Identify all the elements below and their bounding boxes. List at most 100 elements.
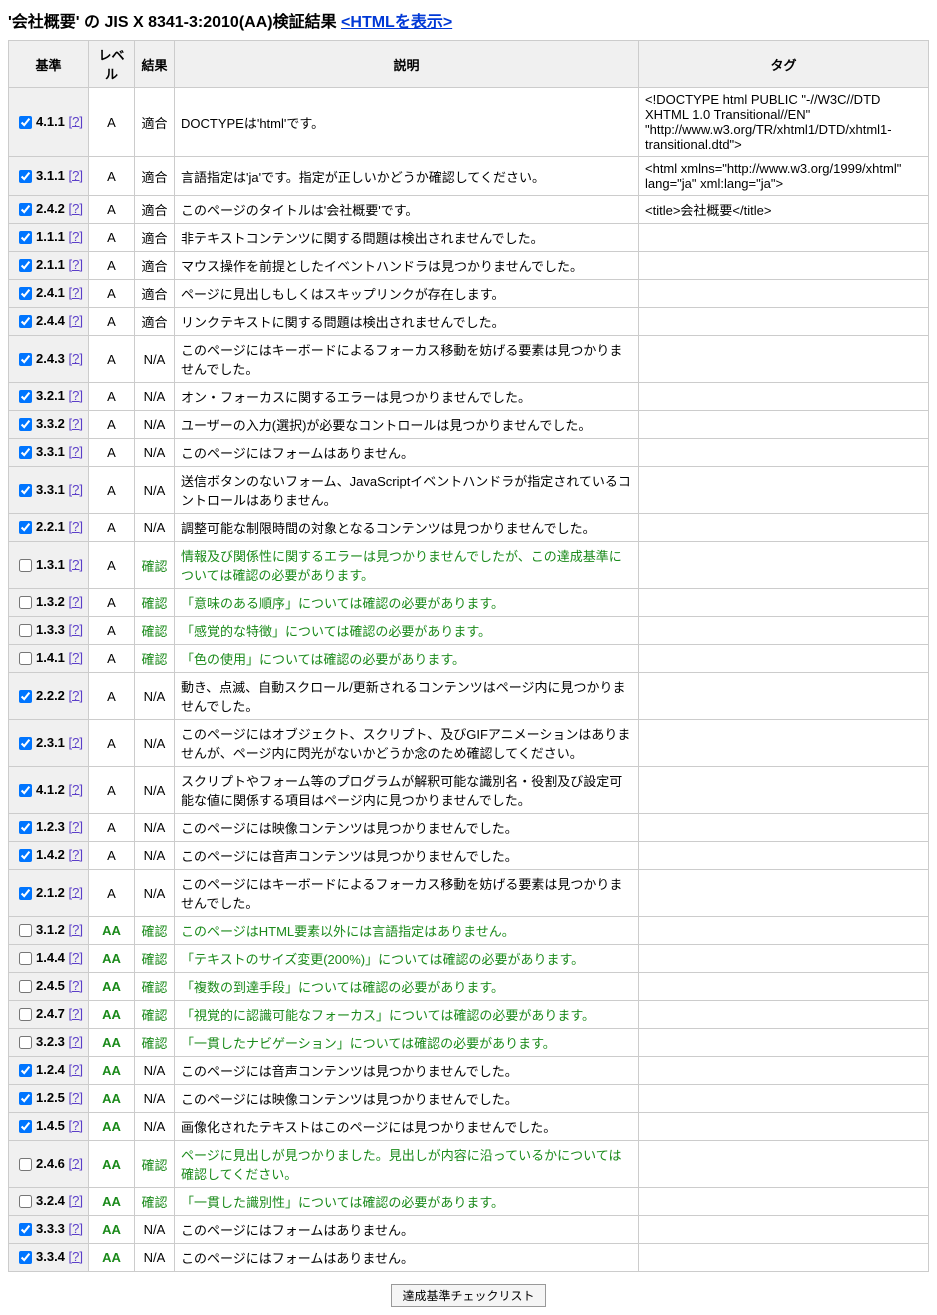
help-link[interactable]: [?] [69, 167, 83, 182]
row-checkbox[interactable] [19, 652, 32, 665]
row-checkbox[interactable] [19, 690, 32, 703]
help-link[interactable]: [?] [69, 819, 83, 834]
help-link[interactable]: [?] [69, 734, 83, 749]
help-link[interactable]: [?] [69, 1221, 83, 1236]
help-link[interactable]: [?] [69, 444, 83, 459]
row-checkbox[interactable] [19, 484, 32, 497]
criterion-cell: 2.2.2 [?] [9, 673, 89, 720]
row-checkbox[interactable] [19, 315, 32, 328]
help-link[interactable]: [?] [69, 481, 83, 496]
level-cell: A [89, 767, 135, 814]
row-checkbox[interactable] [19, 287, 32, 300]
help-link[interactable]: [?] [69, 556, 83, 571]
row-checkbox[interactable] [19, 624, 32, 637]
tag-cell [639, 617, 929, 645]
help-link[interactable]: [?] [69, 950, 83, 965]
help-link[interactable]: [?] [69, 594, 83, 609]
table-row: 2.1.2 [?]AN/Aこのページにはキーボードによるフォーカス移動を妨げる要… [9, 870, 929, 917]
help-link[interactable]: [?] [69, 1034, 83, 1049]
tag-cell [639, 252, 929, 280]
criterion-cell: 2.3.1 [?] [9, 720, 89, 767]
help-link[interactable]: [?] [69, 350, 83, 365]
help-link[interactable]: [?] [69, 113, 83, 128]
row-checkbox[interactable] [19, 353, 32, 366]
row-checkbox[interactable] [19, 924, 32, 937]
result-cell: N/A [135, 411, 175, 439]
level-cell: AA [89, 1029, 135, 1057]
row-checkbox[interactable] [19, 259, 32, 272]
row-checkbox[interactable] [19, 521, 32, 534]
help-link[interactable]: [?] [69, 922, 83, 937]
row-checkbox[interactable] [19, 116, 32, 129]
result-cell: N/A [135, 1216, 175, 1244]
help-link[interactable]: [?] [69, 687, 83, 702]
show-html-link[interactable]: <HTMLを表示> [341, 14, 452, 31]
description-cell: マウス操作を前提としたイベントハンドラは見つかりませんでした。 [175, 252, 639, 280]
level-cell: AA [89, 1113, 135, 1141]
help-link[interactable]: [?] [69, 1006, 83, 1021]
level-cell: AA [89, 1216, 135, 1244]
row-checkbox[interactable] [19, 952, 32, 965]
row-checkbox[interactable] [19, 737, 32, 750]
help-link[interactable]: [?] [69, 257, 83, 272]
help-link[interactable]: [?] [69, 313, 83, 328]
row-checkbox[interactable] [19, 980, 32, 993]
help-link[interactable]: [?] [69, 388, 83, 403]
row-checkbox[interactable] [19, 1008, 32, 1021]
row-checkbox[interactable] [19, 821, 32, 834]
help-link[interactable]: [?] [69, 1155, 83, 1170]
row-checkbox[interactable] [19, 849, 32, 862]
row-checkbox[interactable] [19, 1092, 32, 1105]
row-checkbox[interactable] [19, 1120, 32, 1133]
row-checkbox[interactable] [19, 170, 32, 183]
table-row: 1.4.2 [?]AN/Aこのページには音声コンテンツは見つかりませんでした。 [9, 842, 929, 870]
row-checkbox[interactable] [19, 446, 32, 459]
row-checkbox[interactable] [19, 1036, 32, 1049]
description-cell: このページには音声コンテンツは見つかりませんでした。 [175, 842, 639, 870]
tag-cell [639, 673, 929, 720]
help-link[interactable]: [?] [69, 1090, 83, 1105]
row-checkbox[interactable] [19, 1251, 32, 1264]
row-checkbox[interactable] [19, 596, 32, 609]
description-cell: このページはHTML要素以外には言語指定はありません。 [175, 917, 639, 945]
criterion-number: 3.2.1 [36, 388, 69, 403]
result-cell: N/A [135, 1057, 175, 1085]
row-checkbox[interactable] [19, 1158, 32, 1171]
description-cell: スクリプトやフォーム等のプログラムが解釈可能な識別名・役割及び設定可能な値に関係… [175, 767, 639, 814]
row-checkbox[interactable] [19, 784, 32, 797]
row-checkbox[interactable] [19, 390, 32, 403]
help-link[interactable]: [?] [69, 978, 83, 993]
help-link[interactable]: [?] [69, 1193, 83, 1208]
help-link[interactable]: [?] [69, 1249, 83, 1264]
row-checkbox[interactable] [19, 559, 32, 572]
help-link[interactable]: [?] [69, 229, 83, 244]
row-checkbox[interactable] [19, 231, 32, 244]
result-cell: N/A [135, 814, 175, 842]
help-link[interactable]: [?] [69, 650, 83, 665]
help-link[interactable]: [?] [69, 201, 83, 216]
checklist-button[interactable]: 達成基準チェックリスト [391, 1284, 545, 1307]
help-link[interactable]: [?] [69, 519, 83, 534]
help-link[interactable]: [?] [69, 781, 83, 796]
row-checkbox[interactable] [19, 1064, 32, 1077]
row-checkbox[interactable] [19, 418, 32, 431]
description-cell: このページにはオブジェクト、スクリプト、及びGIFアニメーションはありませんが、… [175, 720, 639, 767]
help-link[interactable]: [?] [69, 1118, 83, 1133]
help-link[interactable]: [?] [69, 884, 83, 899]
criterion-cell: 3.1.1 [?] [9, 157, 89, 196]
table-row: 2.4.5 [?]AA確認「複数の到達手段」については確認の必要があります。 [9, 973, 929, 1001]
result-cell: 適合 [135, 88, 175, 157]
results-table: 基準 レベル 結果 説明 タグ 4.1.1 [?]A適合DOCTYPEは'htm… [8, 40, 929, 1272]
criterion-cell: 2.4.1 [?] [9, 280, 89, 308]
level-cell: A [89, 617, 135, 645]
help-link[interactable]: [?] [69, 622, 83, 637]
row-checkbox[interactable] [19, 203, 32, 216]
help-link[interactable]: [?] [69, 416, 83, 431]
row-checkbox[interactable] [19, 1223, 32, 1236]
row-checkbox[interactable] [19, 887, 32, 900]
help-link[interactable]: [?] [69, 1062, 83, 1077]
description-cell: ページに見出しもしくはスキップリンクが存在します。 [175, 280, 639, 308]
help-link[interactable]: [?] [69, 285, 83, 300]
row-checkbox[interactable] [19, 1195, 32, 1208]
help-link[interactable]: [?] [69, 847, 83, 862]
